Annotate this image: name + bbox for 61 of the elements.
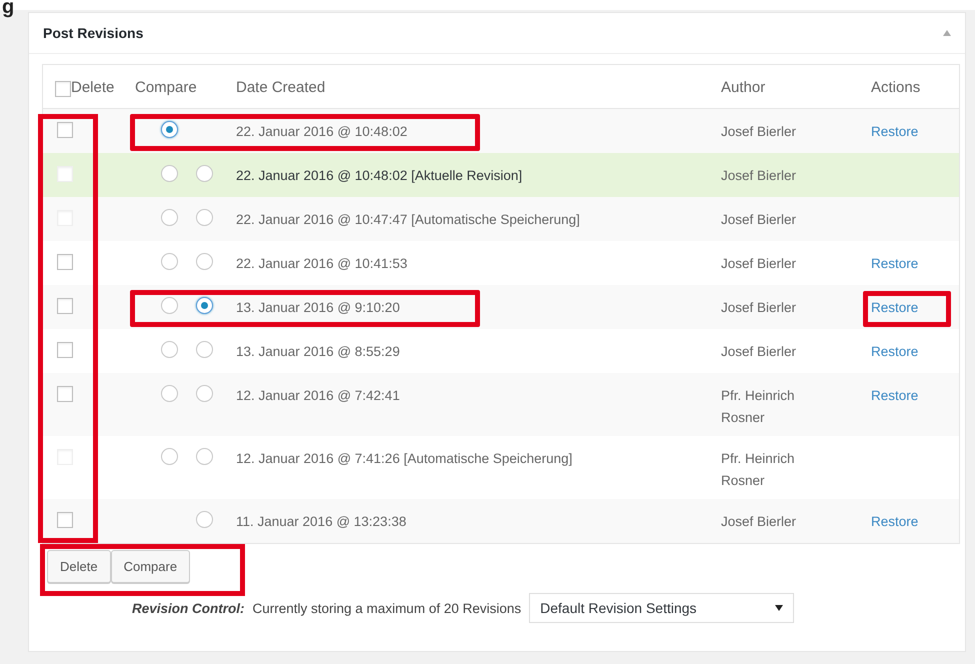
compare-to-radio[interactable] bbox=[196, 385, 213, 402]
compare-to-radio[interactable] bbox=[196, 209, 213, 226]
delete-checkbox[interactable] bbox=[57, 342, 73, 358]
restore-link[interactable]: Restore bbox=[871, 297, 918, 319]
delete-checkbox[interactable] bbox=[57, 298, 73, 314]
author: Josef Bierler bbox=[721, 167, 796, 185]
compare-to-radio[interactable] bbox=[196, 297, 213, 314]
compare-button[interactable]: Compare bbox=[110, 550, 190, 583]
page-heading: g bbox=[2, 0, 14, 18]
restore-link[interactable]: Restore bbox=[871, 121, 918, 143]
panel-title: Post Revisions bbox=[43, 25, 144, 41]
compare-from-radio[interactable] bbox=[161, 297, 178, 314]
column-header: Date Created bbox=[236, 78, 326, 98]
delete-checkbox[interactable] bbox=[57, 254, 73, 270]
date-created: 11. Januar 2016 @ 13:23:38 bbox=[236, 513, 406, 531]
author: Josef Bierler bbox=[721, 513, 796, 531]
delete-checkbox[interactable] bbox=[57, 512, 73, 528]
compare-to-radio[interactable] bbox=[196, 511, 213, 528]
compare-from-radio[interactable] bbox=[161, 448, 178, 465]
setting-text: Currently storing a maximum of 20 Revisions bbox=[252, 600, 522, 616]
author: Pfr. Heinrich Rosner bbox=[721, 450, 796, 490]
author: Josef Bierler bbox=[721, 343, 796, 361]
compare-to-radio[interactable] bbox=[196, 448, 213, 465]
restore-link[interactable]: Restore bbox=[871, 385, 918, 407]
compare-from-radio[interactable] bbox=[161, 385, 178, 402]
date-created: 22. Januar 2016 @ 10:48:02 bbox=[236, 123, 408, 141]
author: Josef Bierler bbox=[721, 255, 796, 273]
column-header: Delete bbox=[71, 78, 114, 98]
delete-checkbox[interactable] bbox=[57, 122, 73, 138]
compare-from-radio[interactable] bbox=[161, 253, 178, 270]
date-created: 13. Januar 2016 @ 8:55:29 bbox=[236, 343, 400, 361]
column-header: Compare bbox=[135, 78, 197, 98]
column-header: Author bbox=[721, 78, 766, 98]
author: Pfr. Heinrich Rosner bbox=[721, 387, 796, 427]
setting-label: Revision Control: bbox=[132, 600, 245, 616]
date-created: 12. Januar 2016 @ 7:42:41 bbox=[236, 387, 400, 405]
delete-checkbox[interactable] bbox=[57, 386, 73, 402]
column-header: Actions bbox=[871, 78, 920, 98]
restore-link[interactable]: Restore bbox=[871, 253, 918, 275]
date-created: 12. Januar 2016 @ 7:41:26 [Automatische Speicherung] bbox=[236, 450, 572, 468]
compare-to-radio[interactable] bbox=[196, 253, 213, 270]
date-created: 22. Januar 2016 @ 10:41:53 bbox=[236, 255, 408, 273]
author: Josef Bierler bbox=[721, 211, 796, 229]
restore-link[interactable]: Restore bbox=[871, 511, 918, 533]
date-created: 22. Januar 2016 @ 10:47:47 [Automatische Speicherung] bbox=[236, 211, 580, 229]
dropdown-icon bbox=[775, 605, 784, 611]
collapse-icon[interactable] bbox=[943, 30, 951, 36]
author: Josef Bierler bbox=[721, 299, 796, 317]
delete-button[interactable]: Delete bbox=[47, 550, 111, 583]
compare-from-radio[interactable] bbox=[161, 209, 178, 226]
compare-from-radio[interactable] bbox=[161, 165, 178, 182]
restore-link[interactable]: Restore bbox=[871, 341, 918, 363]
author: Josef Bierler bbox=[721, 123, 796, 141]
date-created: 22. Januar 2016 @ 10:48:02 [Aktuelle Revision] bbox=[236, 167, 522, 185]
compare-to-radio[interactable] bbox=[196, 341, 213, 358]
compare-from-radio[interactable] bbox=[161, 341, 178, 358]
compare-to-radio[interactable] bbox=[196, 165, 213, 182]
revision-select[interactable]: Default Revision Settings bbox=[529, 593, 794, 623]
date-created: 13. Januar 2016 @ 9:10:20 bbox=[236, 299, 400, 317]
select-all-checkbox[interactable] bbox=[55, 81, 71, 97]
compare-from-radio[interactable] bbox=[161, 121, 178, 138]
